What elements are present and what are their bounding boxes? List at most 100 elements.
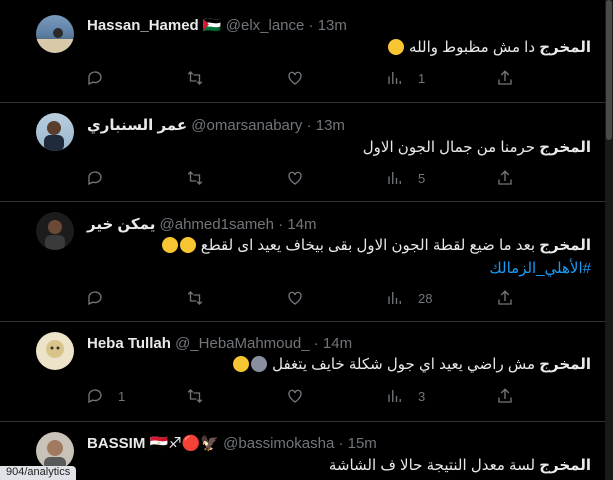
timestamp[interactable]: · 15m xyxy=(338,435,376,452)
avatar[interactable] xyxy=(36,15,74,53)
views-count: 1 xyxy=(418,70,426,86)
emoji-icon xyxy=(232,356,249,372)
tweet[interactable]: عمر السنباري @omarsanabary · 13m المخرج … xyxy=(0,103,605,202)
flag: 🇪🇬♐🔴🦅 xyxy=(149,435,219,452)
handle[interactable]: @elx_lance xyxy=(226,17,305,34)
tweet-actions: 1 3 xyxy=(86,387,516,407)
handle[interactable]: @_HebaMahmoud_ xyxy=(175,335,309,352)
flag: 🇵🇸 xyxy=(202,17,222,34)
share-icon xyxy=(498,290,512,305)
handle[interactable]: @bassimokasha xyxy=(223,435,334,452)
tweet-text: المخرج حرمنا من جمال الجون الاول xyxy=(363,138,591,158)
avatar-image xyxy=(36,28,74,53)
avatar-image xyxy=(44,440,66,470)
reply-icon xyxy=(88,171,102,186)
share-icon xyxy=(498,170,512,185)
like-icon xyxy=(288,171,302,185)
avatar[interactable] xyxy=(36,432,74,470)
share-button[interactable] xyxy=(496,69,514,87)
retweet-icon xyxy=(187,389,203,403)
like-icon xyxy=(288,389,302,403)
views-button[interactable]: 3 xyxy=(386,387,425,405)
reply-count: 1 xyxy=(118,388,126,404)
retweet-icon xyxy=(187,171,203,185)
avatar-image xyxy=(46,340,64,358)
share-button[interactable] xyxy=(496,169,514,187)
display-name[interactable]: يمكن خير xyxy=(87,216,155,233)
tweet-text-main: حرمنا من جمال الجون الاول xyxy=(362,139,536,156)
reply-icon xyxy=(88,291,102,306)
scrollbar[interactable] xyxy=(605,0,613,480)
reply-button[interactable]: 1 xyxy=(86,387,125,405)
emoji-icon xyxy=(161,237,178,253)
emoji-icon xyxy=(387,39,404,55)
scrollbar-thumb[interactable] xyxy=(606,0,612,140)
like-button[interactable] xyxy=(286,169,318,187)
views-icon xyxy=(388,72,401,84)
tweet-actions: 5 xyxy=(86,169,516,189)
display-name[interactable]: Heba Tullah xyxy=(87,335,171,352)
tweet-text: المخرج لسة معدل النتيجة حالا ف الشاشة xyxy=(329,456,591,476)
retweet-icon xyxy=(187,291,203,305)
reply-icon xyxy=(88,389,102,404)
hashtag-link[interactable]: #الأهلي_الزمالك xyxy=(489,260,591,277)
tweet[interactable]: Hassan_Hamed 🇵🇸 @elx_lance · 13m المخرج … xyxy=(0,0,605,103)
avatar[interactable] xyxy=(36,332,74,370)
views-icon xyxy=(388,292,401,304)
like-icon xyxy=(288,71,302,85)
views-icon xyxy=(388,390,401,402)
views-button[interactable]: 1 xyxy=(386,69,425,87)
reply-button[interactable] xyxy=(86,169,118,187)
share-icon xyxy=(498,388,512,403)
tweet-actions: 1 xyxy=(86,69,516,89)
retweet-button[interactable] xyxy=(186,289,218,307)
handle[interactable]: @ahmed1sameh xyxy=(160,216,274,233)
timestamp[interactable]: · 13m xyxy=(309,17,347,34)
share-icon xyxy=(498,70,512,85)
tweet[interactable]: Heba Tullah @_HebaMahmoud_ · 14m المخرج … xyxy=(0,322,605,422)
display-name[interactable]: عمر السنباري xyxy=(87,117,187,134)
retweet-button[interactable] xyxy=(186,387,218,405)
views-count: 28 xyxy=(418,290,433,306)
timestamp[interactable]: · 14m xyxy=(278,216,316,233)
retweet-button[interactable] xyxy=(186,69,218,87)
tweet-text-main: دا مش مظبوط والله xyxy=(409,39,536,56)
share-button[interactable] xyxy=(496,289,514,307)
like-button[interactable] xyxy=(286,387,318,405)
tweet-header: Heba Tullah @_HebaMahmoud_ · 14m xyxy=(87,335,352,352)
tweet-text-bold: المخرج xyxy=(539,356,591,373)
like-icon xyxy=(288,291,302,305)
reply-button[interactable] xyxy=(86,69,118,87)
avatar-image xyxy=(44,121,64,151)
like-button[interactable] xyxy=(286,69,318,87)
tweet-text-bold: المخرج xyxy=(539,39,591,56)
tweet-text-bold: المخرج xyxy=(539,457,591,474)
display-name[interactable]: BASSIM xyxy=(87,435,145,452)
like-button[interactable] xyxy=(286,289,318,307)
tweet[interactable]: BASSIM 🇪🇬♐🔴🦅 @bassimokasha · 15m المخرج … xyxy=(0,422,605,480)
views-icon xyxy=(388,172,401,184)
tweet-actions: 28 xyxy=(86,289,516,309)
emoji-icon xyxy=(250,356,267,372)
avatar-image xyxy=(45,220,65,250)
views-count: 3 xyxy=(418,388,426,404)
avatar[interactable] xyxy=(36,113,74,151)
views-button[interactable]: 28 xyxy=(386,289,432,307)
share-button[interactable] xyxy=(496,387,514,405)
reply-icon xyxy=(88,71,102,86)
tweet-header: يمكن خير @ahmed1sameh · 14m xyxy=(87,215,317,233)
retweet-button[interactable] xyxy=(186,169,218,187)
handle[interactable]: @omarsanabary xyxy=(191,117,302,134)
tweet-header: عمر السنباري @omarsanabary · 13m xyxy=(87,116,345,134)
tweet-text-main: بعد ما ضيع لقطة الجون الاول بقى بيخاف يع… xyxy=(200,237,536,254)
reply-button[interactable] xyxy=(86,289,118,307)
display-name[interactable]: Hassan_Hamed xyxy=(87,17,199,34)
views-count: 5 xyxy=(418,170,426,186)
tweet-text: المخرج بعد ما ضيع لقطة الجون الاول بقى ب… xyxy=(161,236,591,256)
timestamp[interactable]: · 14m xyxy=(314,335,352,352)
avatar[interactable] xyxy=(36,212,74,250)
tweet-header: BASSIM 🇪🇬♐🔴🦅 @bassimokasha · 15m xyxy=(87,434,377,452)
views-button[interactable]: 5 xyxy=(386,169,425,187)
tweet[interactable]: يمكن خير @ahmed1sameh · 14m المخرج بعد م… xyxy=(0,202,605,322)
timestamp[interactable]: · 13m xyxy=(307,117,345,134)
